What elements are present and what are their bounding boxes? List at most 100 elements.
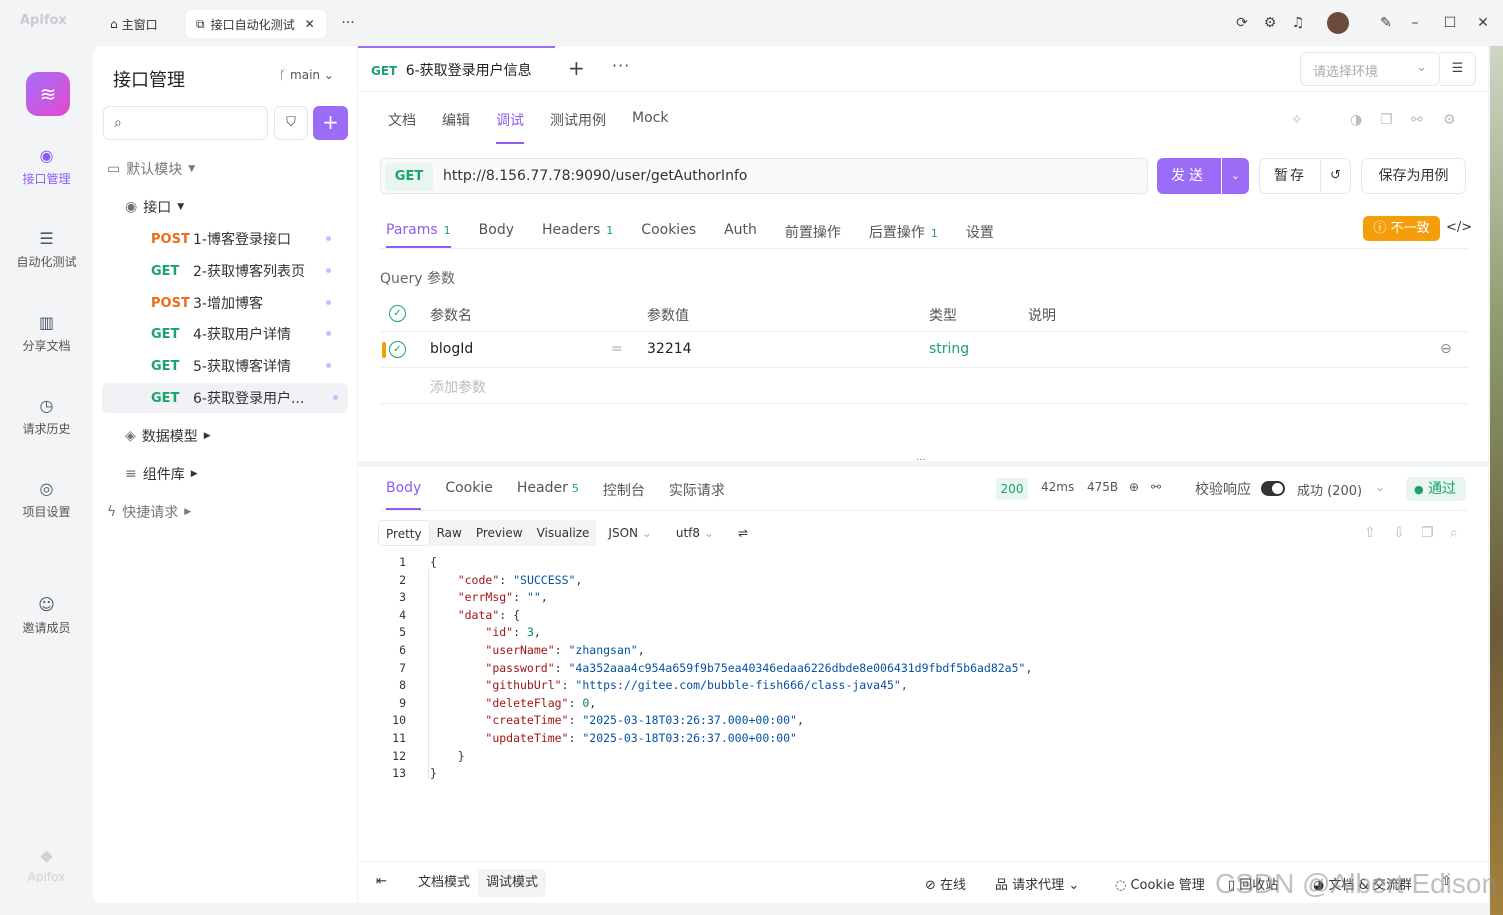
endpoint-item[interactable]: GET 2-获取博客列表页 xyxy=(151,256,341,286)
online-status[interactable]: ⊘ 在线 xyxy=(925,874,966,893)
tab-edit[interactable]: 编辑 xyxy=(442,104,470,144)
rail-item-invite[interactable]: ☺ 邀请成员 xyxy=(0,595,93,636)
debug-mode-button[interactable]: 调试模式 xyxy=(478,869,546,897)
check-all-icon[interactable]: ✓ xyxy=(389,305,406,322)
filter-button[interactable]: ⛉ xyxy=(274,106,308,140)
window-tab-main[interactable]: ⌂ 主窗口 xyxy=(100,10,168,38)
share-icon[interactable]: ⚯ xyxy=(1411,112,1423,128)
rail-item-docs[interactable]: ▥ 分享文档 xyxy=(0,313,93,354)
format-visualize[interactable]: Visualize xyxy=(529,520,597,546)
validate-result[interactable]: 成功 (200) xyxy=(1297,480,1362,499)
param-type[interactable]: string xyxy=(929,341,969,357)
url-bar[interactable]: GET http://8.156.77.78:9090/user/getAuth… xyxy=(380,158,1148,194)
diff-badge[interactable]: ⓘ 不一致 xyxy=(1363,216,1440,241)
more-icon[interactable]: ··· xyxy=(612,56,630,75)
tab-mock[interactable]: Mock xyxy=(632,104,668,144)
tab-test-cases[interactable]: 测试用例 xyxy=(550,104,606,144)
response-body-code[interactable]: 1 {2 "code": "SUCCESS", 3 "errMsg": "", 4 "… xyxy=(380,555,1470,855)
more-tabs-button[interactable]: ··· xyxy=(339,14,357,32)
copy-icon[interactable]: ❐ xyxy=(1421,525,1434,541)
window-tab-project[interactable]: ⧉ 接口自动化测试 ✕ xyxy=(186,10,326,38)
bell-icon[interactable]: ♫ xyxy=(1289,14,1307,32)
cookie-manager-button[interactable]: ◌ Cookie 管理 xyxy=(1115,874,1205,893)
tab-pre-ops[interactable]: 前置操作 xyxy=(785,214,841,248)
minimize-icon[interactable]: – xyxy=(1406,14,1424,32)
save-draft-button[interactable]: 暂存 xyxy=(1259,158,1321,194)
rail-item-api[interactable]: ◉ 接口管理 xyxy=(0,146,93,187)
tree-quick-request[interactable]: ϟ 快捷请求 ▶ xyxy=(107,497,191,527)
param-name[interactable]: blogId xyxy=(430,341,473,357)
wrap-icon[interactable]: ⇌ xyxy=(726,520,760,546)
close-icon[interactable]: ✕ xyxy=(305,17,315,31)
lang-select[interactable]: JSON ⌄ xyxy=(596,520,663,546)
url-input[interactable]: http://8.156.77.78:9090/user/getAuthorIn… xyxy=(443,168,747,184)
upload-icon[interactable]: ⇧ xyxy=(1364,525,1376,541)
rail-item-history[interactable]: ◷ 请求历史 xyxy=(0,396,93,437)
tab-params[interactable]: Params 1 xyxy=(386,214,451,248)
code-icon[interactable]: </> xyxy=(1446,220,1472,235)
send-button[interactable]: 发送 xyxy=(1157,158,1221,194)
tree-folder-api[interactable]: ◉ 接口 ▼ xyxy=(125,192,184,222)
send-options-button[interactable]: ⌄ xyxy=(1222,158,1249,194)
tab-auth[interactable]: Auth xyxy=(724,214,757,248)
avatar[interactable] xyxy=(1327,12,1349,34)
endpoint-item-selected[interactable]: GET 6-获取登录用户... xyxy=(102,383,348,413)
add-button[interactable]: + xyxy=(313,106,348,140)
tree-default-module[interactable]: ▭ 默认模块 ▼ xyxy=(107,154,195,184)
endpoint-item[interactable]: POST 3-增加博客 xyxy=(151,288,341,318)
format-raw[interactable]: Raw xyxy=(429,520,469,546)
param-value[interactable]: 32214 xyxy=(647,341,692,357)
encoding-select[interactable]: utf8 ⌄ xyxy=(664,520,726,546)
tab-settings[interactable]: 设置 xyxy=(966,214,994,248)
copy-icon[interactable]: ❐ xyxy=(1380,112,1393,128)
tab-response-body[interactable]: Body xyxy=(386,474,422,510)
chevron-down-icon[interactable]: ⌄ xyxy=(1375,480,1385,494)
tab-headers[interactable]: Headers 1 xyxy=(542,214,613,248)
remove-icon[interactable]: ⊖ xyxy=(1440,341,1452,357)
rail-item-automation[interactable]: ☰ 自动化测试 xyxy=(0,229,93,270)
maximize-icon[interactable]: ☐ xyxy=(1441,14,1459,32)
gear-icon[interactable]: ⚙ xyxy=(1443,112,1456,128)
history-icon[interactable]: ◑ xyxy=(1350,112,1362,128)
tab-docs[interactable]: 文档 xyxy=(388,104,416,144)
window-close-icon[interactable]: ✕ xyxy=(1474,14,1492,32)
search-icon[interactable]: ⌕ xyxy=(1450,525,1458,541)
method-select[interactable]: GET xyxy=(385,163,433,191)
validate-toggle[interactable] xyxy=(1261,481,1285,496)
download-icon[interactable]: ⇩ xyxy=(1393,525,1405,541)
refresh-icon[interactable]: ⟳ xyxy=(1233,14,1251,32)
tab-cookies[interactable]: Cookies xyxy=(641,214,696,248)
drag-handle[interactable] xyxy=(382,342,386,358)
format-pretty[interactable]: Pretty xyxy=(378,520,430,546)
save-as-case-button[interactable]: 保存为用例 xyxy=(1361,158,1466,194)
proxy-button[interactable]: 品 请求代理 ⌄ xyxy=(995,874,1079,893)
search-input[interactable]: ⌕ xyxy=(103,106,268,140)
branch-selector[interactable]: ᚴ main ⌄ xyxy=(279,68,334,82)
magic-icon[interactable]: ✧ xyxy=(1291,112,1303,128)
doc-mode-button[interactable]: 文档模式 xyxy=(410,869,479,897)
tab-post-ops[interactable]: 后置操作 1 xyxy=(869,214,938,248)
endpoint-item[interactable]: GET 5-获取博客详情 xyxy=(151,351,341,381)
environment-select[interactable]: 请选择环境 ⌄ xyxy=(1300,52,1440,86)
endpoint-item[interactable]: POST 1-博客登录接口 xyxy=(151,224,341,254)
tab-response-cookie[interactable]: Cookie xyxy=(445,474,493,510)
reset-button[interactable]: ↺ xyxy=(1321,158,1351,194)
endpoint-item[interactable]: GET 4-获取用户详情 xyxy=(151,319,341,349)
rail-item-settings[interactable]: ◎ 项目设置 xyxy=(0,479,93,520)
gear-icon[interactable]: ⚙ xyxy=(1261,14,1279,32)
tab-body[interactable]: Body xyxy=(479,214,514,248)
collapse-icon[interactable]: ⇤ xyxy=(376,874,387,889)
env-menu-button[interactable]: ☰ xyxy=(1440,52,1476,86)
new-tab-button[interactable]: + xyxy=(568,56,585,80)
tab-debug[interactable]: 调试 xyxy=(496,104,524,144)
globe-icon[interactable]: ⊕ xyxy=(1129,480,1139,494)
request-tab[interactable]: GET 6-获取登录用户信息 xyxy=(358,46,555,92)
share-icon[interactable]: ⚯ xyxy=(1151,480,1161,494)
panel-splitter[interactable]: ··· xyxy=(358,455,1488,467)
add-param-row[interactable]: 添加参数 xyxy=(380,368,1468,404)
pin-icon[interactable]: ✎ xyxy=(1377,14,1395,32)
row-check-icon[interactable]: ✓ xyxy=(389,341,406,358)
add-param-placeholder[interactable]: 添加参数 xyxy=(430,377,486,397)
tree-components[interactable]: ≡ 组件库 ▶ xyxy=(125,459,198,489)
tab-response-header[interactable]: Header 5 xyxy=(517,474,579,510)
